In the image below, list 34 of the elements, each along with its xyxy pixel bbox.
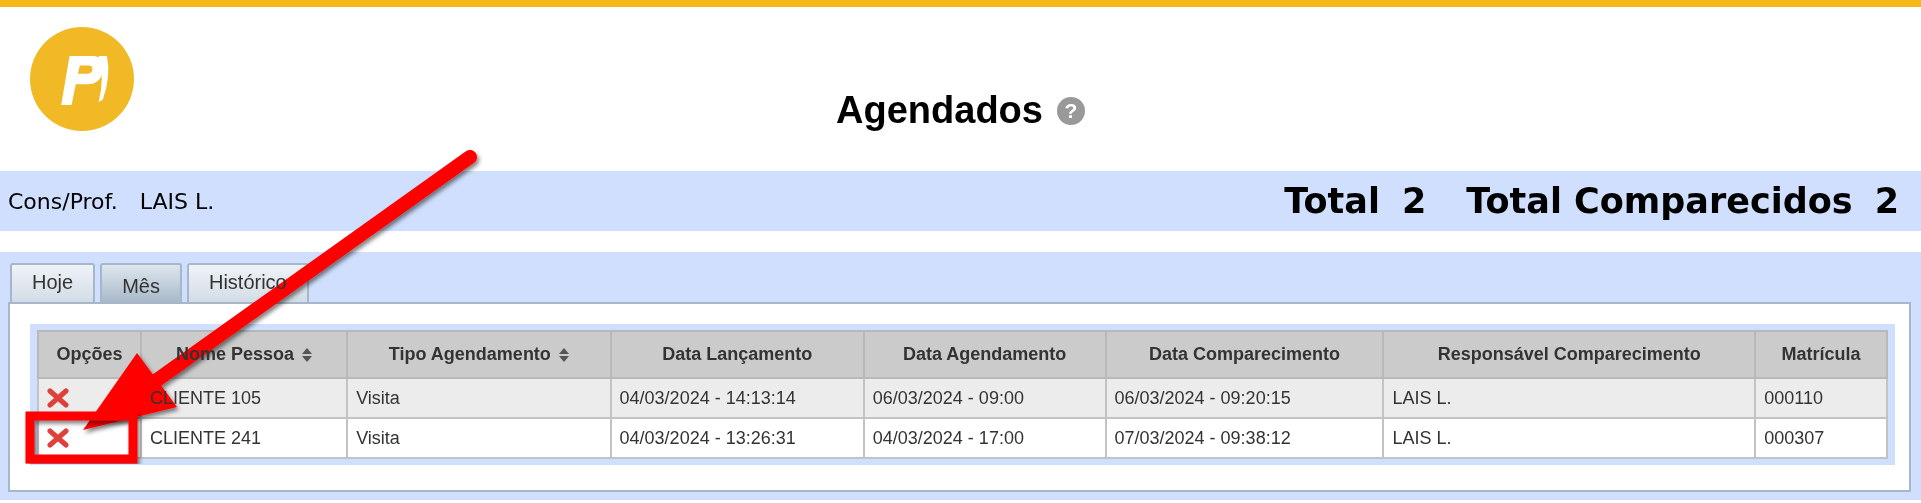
table-cell: LAIS L. xyxy=(1383,378,1756,418)
column-header: Matrícula xyxy=(1755,331,1887,378)
table-cell: LAIS L. xyxy=(1383,418,1756,458)
total-label: Total xyxy=(1284,181,1380,221)
column-header[interactable]: Tipo Agendamento xyxy=(347,331,611,378)
page-title: Agendados xyxy=(836,89,1043,132)
table-cell: 06/03/2024 - 09:00 xyxy=(863,378,1106,418)
sort-icon[interactable] xyxy=(558,348,569,363)
column-header: Responsável Comparecimento xyxy=(1383,331,1756,378)
info-value: LAIS L. xyxy=(139,188,215,214)
sort-icon[interactable] xyxy=(302,348,313,363)
table-cell: 000307 xyxy=(1755,418,1887,458)
table-cell: 07/03/2024 - 09:38:12 xyxy=(1105,418,1384,458)
tab[interactable]: Hoje xyxy=(10,263,96,302)
logo-icon xyxy=(30,27,134,131)
table-cell: 04/03/2024 - 14:13:14 xyxy=(610,378,864,418)
table-cell: CLIENTE 241 xyxy=(141,418,348,458)
info-label: Cons/Prof. xyxy=(8,188,118,214)
total-value: 2 xyxy=(1401,181,1427,221)
table-cell: Visita xyxy=(347,378,611,418)
table-cell: 04/03/2024 - 13:26:31 xyxy=(610,418,864,458)
column-header: Data Lançamento xyxy=(610,331,864,378)
table-cell: 06/03/2024 - 09:20:15 xyxy=(1105,378,1384,418)
column-header: Data Agendamento xyxy=(863,331,1106,378)
table-cell: Visita xyxy=(347,418,611,458)
delete-icon[interactable] xyxy=(47,388,69,408)
tab[interactable]: Mês xyxy=(100,263,182,302)
total-label: Total Comparecidos xyxy=(1466,181,1853,221)
column-header: Opções xyxy=(38,331,141,378)
column-header: Data Comparecimento xyxy=(1105,331,1384,378)
total-value: 2 xyxy=(1874,181,1899,221)
delete-icon[interactable] xyxy=(47,428,69,448)
table-cell: 04/03/2024 - 17:00 xyxy=(863,418,1106,458)
table-cell: 000110 xyxy=(1755,378,1887,418)
